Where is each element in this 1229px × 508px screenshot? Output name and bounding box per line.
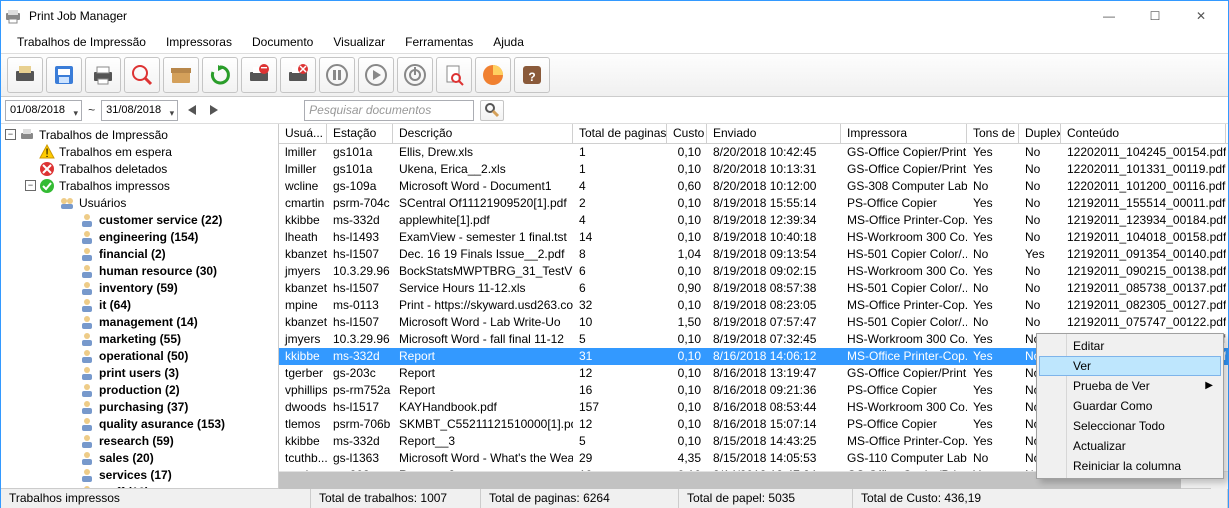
grid-header: Usuá... Estação Descrição Total de pagin… — [279, 124, 1228, 144]
cm-editar[interactable]: Editar — [1039, 336, 1221, 356]
col-pages[interactable]: Total de paginas — [573, 124, 667, 143]
table-row[interactable]: lmillergs101aEllis, Drew.xls 10,108/20/2… — [279, 144, 1228, 161]
status-total-jobs: Total de trabalhos: 1007 — [311, 489, 481, 508]
titlebar: Print Job Manager — ☐ ✕ — [1, 1, 1228, 31]
close-button[interactable]: ✕ — [1178, 1, 1224, 31]
archive-icon[interactable] — [163, 57, 199, 93]
minimize-button[interactable]: — — [1086, 1, 1132, 31]
menubar: Trabalhos de Impressão Impressoras Docum… — [1, 31, 1228, 53]
col-cost[interactable]: Custo — [667, 124, 707, 143]
printer-icon[interactable] — [85, 57, 121, 93]
menu-ajuda[interactable]: Ajuda — [483, 33, 534, 51]
menu-trabalhos[interactable]: Trabalhos de Impressão — [7, 33, 156, 51]
cm-reiniciar[interactable]: Reiniciar la columna — [1039, 456, 1221, 476]
status-label: Trabalhos impressos — [1, 489, 311, 508]
menu-impressoras[interactable]: Impressoras — [156, 33, 242, 51]
statusbar: Trabalhos impressos Total de trabalhos: … — [1, 488, 1228, 508]
tree-group-5[interactable]: it (64) — [5, 296, 278, 313]
date-separator: ~ — [88, 103, 95, 117]
tree-root[interactable]: −Trabalhos de Impressão — [5, 126, 278, 143]
tree-waiting[interactable]: !Trabalhos em espera — [5, 143, 278, 160]
svg-text:!: ! — [45, 146, 48, 160]
cm-actualizar[interactable]: Actualizar — [1039, 436, 1221, 456]
refresh-icon[interactable] — [202, 57, 238, 93]
pause-icon[interactable] — [319, 57, 355, 93]
power-icon[interactable] — [397, 57, 433, 93]
cm-ver[interactable]: Ver — [1039, 356, 1221, 376]
tree-group-13[interactable]: research (59) — [5, 432, 278, 449]
play-icon[interactable] — [358, 57, 394, 93]
table-row[interactable]: jmyers10.3.29.96BockStatsMWPTBRG_31_Test… — [279, 263, 1228, 280]
tree-group-9[interactable]: print users (3) — [5, 364, 278, 381]
search-page-icon[interactable] — [436, 57, 472, 93]
tree-group-2[interactable]: financial (2) — [5, 245, 278, 262]
table-row[interactable]: kkibbems-332dapplewhite[1].pdf 40,108/19… — [279, 212, 1228, 229]
tree-group-0[interactable]: customer service (22) — [5, 211, 278, 228]
filter-bar: 01/08/2018 ~ 31/08/2018 Pesquisar docume… — [1, 97, 1228, 124]
tree-group-8[interactable]: operational (50) — [5, 347, 278, 364]
col-desc[interactable]: Descrição — [393, 124, 573, 143]
menu-visualizar[interactable]: Visualizar — [323, 33, 395, 51]
date-to[interactable]: 31/08/2018 — [101, 100, 178, 121]
window-title: Print Job Manager — [29, 9, 1086, 23]
table-row[interactable]: wclinegs-109aMicrosoft Word - Document1 … — [279, 178, 1228, 195]
printer-stop-icon[interactable] — [280, 57, 316, 93]
arrow-right-icon[interactable] — [206, 102, 222, 118]
cm-guardar-como[interactable]: Guardar Como — [1039, 396, 1221, 416]
chevron-right-icon: ▶ — [1205, 380, 1213, 391]
tree-group-12[interactable]: quality asurance (153) — [5, 415, 278, 432]
col-tones[interactable]: Tons de ... — [967, 124, 1019, 143]
cm-prueba-de-ver[interactable]: Prueba de Ver▶ — [1039, 376, 1221, 396]
table-row[interactable]: kbanzeths-l1507Service Hours 11-12.xls 6… — [279, 280, 1228, 297]
search-button[interactable] — [480, 100, 504, 121]
tree-group-1[interactable]: engineering (154) — [5, 228, 278, 245]
table-row[interactable]: kbanzeths-l1507Microsoft Word - Lab Writ… — [279, 314, 1228, 331]
table-row[interactable]: cmartinpsrm-704cSCentral Of11121909520[1… — [279, 195, 1228, 212]
context-menu: Editar Ver Prueba de Ver▶ Guardar Como S… — [1036, 333, 1224, 479]
tree-group-16[interactable]: staff (10) — [5, 483, 278, 488]
col-content[interactable]: Conteúdo — [1061, 124, 1226, 143]
search-input[interactable]: Pesquisar documentos impressos — [304, 100, 474, 121]
table-row[interactable]: mpinems-0113Print - https://skyward.usd2… — [279, 297, 1228, 314]
tree-group-11[interactable]: purchasing (37) — [5, 398, 278, 415]
status-total-pages: Total de paginas: 6264 — [481, 489, 679, 508]
zoom-icon[interactable] — [124, 57, 160, 93]
printer-open-icon[interactable] — [7, 57, 43, 93]
col-user[interactable]: Usuá... — [279, 124, 327, 143]
svg-text:?: ? — [528, 70, 535, 84]
tree-group-7[interactable]: marketing (55) — [5, 330, 278, 347]
menu-ferramentas[interactable]: Ferramentas — [395, 33, 483, 51]
tree-pane[interactable]: −Trabalhos de Impressão!Trabalhos em esp… — [1, 124, 279, 488]
table-row[interactable]: lheathhs-l1493ExamView - semester 1 fina… — [279, 229, 1228, 246]
tree-group-6[interactable]: management (14) — [5, 313, 278, 330]
tree-users[interactable]: Usuários — [5, 194, 278, 211]
cm-seleccionar-todo[interactable]: Seleccionar Todo — [1039, 416, 1221, 436]
table-row[interactable]: lmillergs101aUkena, Erica__2.xls 10,108/… — [279, 161, 1228, 178]
status-total-cost: Total de Custo: 436,19 — [853, 489, 1228, 508]
date-from[interactable]: 01/08/2018 — [5, 100, 82, 121]
tree-group-10[interactable]: production (2) — [5, 381, 278, 398]
help-icon[interactable]: ? — [514, 57, 550, 93]
tree-group-4[interactable]: inventory (59) — [5, 279, 278, 296]
maximize-button[interactable]: ☐ — [1132, 1, 1178, 31]
status-total-paper: Total de papel: 5035 — [679, 489, 853, 508]
tree-group-15[interactable]: services (17) — [5, 466, 278, 483]
col-sent[interactable]: Enviado — [707, 124, 841, 143]
printer-pause-icon[interactable] — [241, 57, 277, 93]
save-icon[interactable] — [46, 57, 82, 93]
menu-documento[interactable]: Documento — [242, 33, 323, 51]
tree-group-14[interactable]: sales (20) — [5, 449, 278, 466]
tree-group-3[interactable]: human resource (30) — [5, 262, 278, 279]
tree-deleted[interactable]: Trabalhos deletados — [5, 160, 278, 177]
table-row[interactable]: kbanzeths-l1507Dec. 16 19 Finals Issue__… — [279, 246, 1228, 263]
col-station[interactable]: Estação — [327, 124, 393, 143]
arrow-left-icon[interactable] — [184, 102, 200, 118]
tree-printed[interactable]: −Trabalhos impressos — [5, 177, 278, 194]
col-duplex[interactable]: Duplex — [1019, 124, 1061, 143]
chart-icon[interactable] — [475, 57, 511, 93]
app-icon — [5, 8, 21, 24]
toolbar: ? — [1, 53, 1228, 97]
col-printer[interactable]: Impressora — [841, 124, 967, 143]
